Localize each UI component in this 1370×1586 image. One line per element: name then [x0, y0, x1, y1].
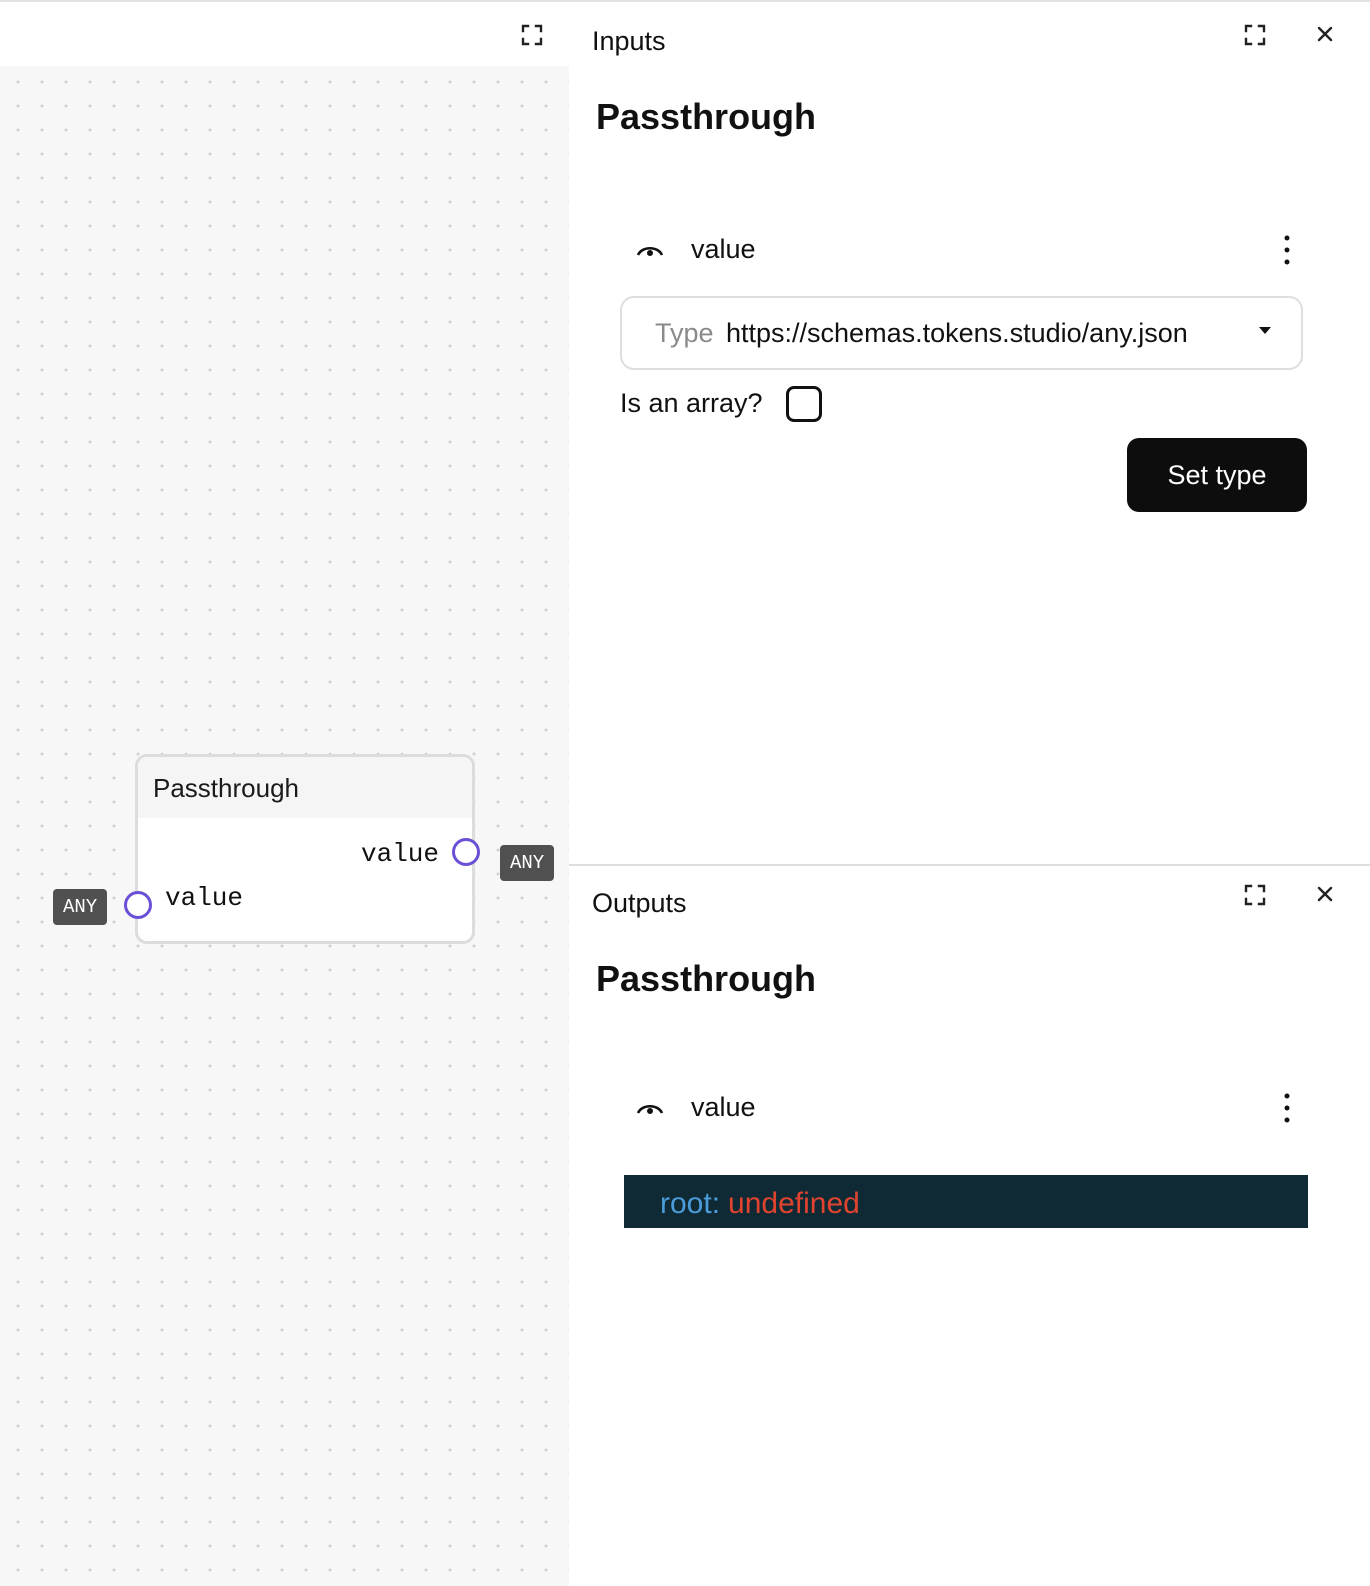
passthrough-node[interactable]: Passthrough value value: [135, 754, 475, 944]
outputs-panel: Outputs Passthrough value root: undefine…: [569, 866, 1370, 1586]
expand-icon[interactable]: [1243, 883, 1267, 907]
input-type-badge: ANY: [53, 889, 108, 925]
inputs-tab[interactable]: Inputs: [592, 26, 666, 57]
expand-icon[interactable]: [520, 23, 544, 47]
chevron-down-icon: [1259, 327, 1271, 334]
is-array-label: Is an array?: [620, 388, 763, 418]
output-port-handle[interactable]: [452, 838, 480, 866]
eye-icon[interactable]: [635, 238, 665, 262]
close-icon[interactable]: [1313, 22, 1337, 46]
eye-icon[interactable]: [635, 1096, 665, 1120]
json-key: root:: [660, 1187, 721, 1220]
json-viewer: root: undefined: [624, 1175, 1308, 1228]
input-port-handle[interactable]: [124, 891, 152, 919]
close-icon[interactable]: [1313, 882, 1337, 906]
input-row: value: [635, 232, 1295, 272]
kebab-menu-icon[interactable]: [1279, 1090, 1295, 1126]
type-select[interactable]: Type https://schemas.tokens.studio/any.j…: [620, 296, 1303, 370]
type-value: https://schemas.tokens.studio/any.json: [726, 318, 1188, 348]
panel-title: Passthrough: [596, 96, 817, 137]
input-port-label: value: [165, 883, 244, 913]
set-type-button[interactable]: Set type: [1127, 438, 1307, 512]
panel-title: Passthrough: [596, 958, 817, 999]
is-array-checkbox[interactable]: [786, 386, 822, 422]
outputs-tab[interactable]: Outputs: [592, 888, 687, 919]
canvas-toolbar: [0, 4, 569, 66]
node-title: Passthrough: [138, 757, 472, 818]
expand-icon[interactable]: [1243, 23, 1267, 47]
output-row-label: value: [691, 1092, 756, 1122]
output-row: value: [635, 1090, 1295, 1130]
output-type-badge: ANY: [500, 845, 555, 881]
app-root: Passthrough value value ANY ANY Inputs P…: [0, 0, 1370, 1586]
inputs-panel: Inputs Passthrough value Type https://sc…: [569, 4, 1370, 864]
output-port-label: value: [361, 839, 440, 869]
kebab-menu-icon[interactable]: [1279, 232, 1295, 268]
json-value: undefined: [728, 1187, 860, 1220]
type-label: Type: [655, 318, 714, 348]
input-row-label: value: [691, 234, 756, 264]
